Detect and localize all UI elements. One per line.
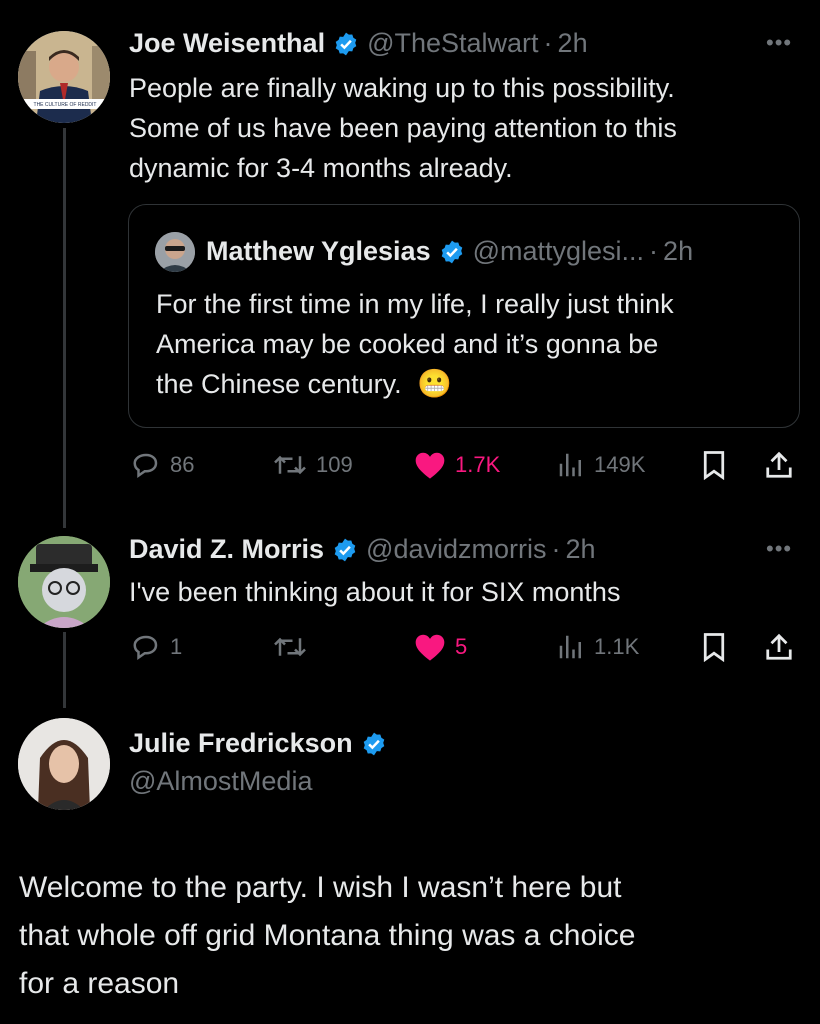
- tweet-time[interactable]: 2h: [566, 534, 596, 565]
- avatar[interactable]: [18, 536, 110, 628]
- tweet-text-line: Some of us have been paying attention to…: [129, 113, 677, 143]
- reply-count: 86: [170, 452, 195, 477]
- thread-line: [63, 632, 66, 708]
- tweet-time[interactable]: 2h: [558, 28, 588, 59]
- bookmark-button[interactable]: [700, 450, 728, 480]
- bookmark-button[interactable]: [700, 632, 728, 662]
- share-button[interactable]: [764, 450, 794, 480]
- repost-count: 109: [316, 452, 353, 477]
- tweet-text-line: People are finally waking up to this pos…: [129, 73, 675, 103]
- avatar-image: [18, 718, 110, 810]
- verified-badge-icon: [363, 732, 384, 755]
- avatar[interactable]: THE CULTURE OF REDDIT: [18, 31, 110, 123]
- author-handle[interactable]: @AlmostMedia: [129, 766, 312, 797]
- thread-line: [63, 128, 66, 528]
- separator-dot: ·: [649, 236, 659, 266]
- avatar-image: [18, 31, 110, 123]
- tweet-text-line: dynamic for 3-4 months already.: [129, 153, 513, 183]
- views-icon: [559, 635, 581, 659]
- quote-text-line: the Chinese century. 😬: [156, 364, 674, 404]
- share-icon: [766, 633, 792, 660]
- like-button[interactable]: 5: [413, 632, 467, 662]
- share-icon: [766, 451, 792, 478]
- verified-badge-icon: [334, 538, 356, 561]
- tweet-text: People are finally waking up to this pos…: [129, 68, 677, 188]
- quote-text: For the first time in my life, I really …: [156, 284, 674, 404]
- heart-icon: [415, 634, 445, 661]
- author-name[interactable]: Joe Weisenthal: [129, 28, 325, 59]
- reply-icon: [133, 453, 158, 479]
- quote-header: Matthew Yglesias @mattyglesi... · 2h: [206, 236, 693, 267]
- avatar-caption: THE CULTURE OF REDDIT: [33, 102, 97, 108]
- tweet-text-line: for a reason: [19, 967, 180, 1000]
- quote-text-line-content: the Chinese century.: [156, 369, 402, 399]
- like-count: 1.7K: [455, 452, 501, 477]
- views-count: 1.1K: [594, 634, 640, 659]
- reply-icon: [133, 635, 158, 661]
- author-name[interactable]: David Z. Morris: [129, 534, 324, 565]
- tweet-text-line: I've been thinking about it for SIX mont…: [129, 577, 621, 607]
- like-count: 5: [455, 634, 468, 659]
- bookmark-icon: [703, 633, 725, 662]
- tweet-header: Julie Fredrickson: [129, 728, 395, 759]
- tweet-header: David Z. Morris @davidzmorris · 2h: [129, 534, 596, 565]
- tweet-text-line: that whole off grid Montana thing was a …: [19, 919, 636, 952]
- separator-dot: ·: [543, 28, 553, 58]
- reply-count: 1: [170, 634, 183, 659]
- tweet-text-line: Welcome to the party. I wish I wasn’t he…: [19, 871, 622, 904]
- quote-text-line: America may be cooked and it’s gonna be: [156, 329, 659, 359]
- tweet-text: I've been thinking about it for SIX mont…: [129, 572, 620, 612]
- author-handle[interactable]: @davidzmorris: [366, 534, 546, 565]
- tweet-text: Welcome to the party. I wish I wasn’t he…: [19, 864, 636, 1008]
- heart-icon: [415, 452, 445, 479]
- quote-avatar-image: [155, 232, 195, 272]
- quote-text-line: For the first time in my life, I really …: [156, 289, 674, 319]
- author-handle[interactable]: @TheStalwart: [367, 28, 538, 59]
- views-icon: [559, 453, 581, 477]
- verified-badge-icon: [441, 240, 462, 263]
- grimacing-emoji-icon: 😬: [417, 368, 453, 399]
- quote-author-handle[interactable]: @mattyglesi...: [473, 236, 644, 267]
- repost-button[interactable]: 109: [272, 450, 353, 480]
- views-button[interactable]: 149K: [556, 450, 645, 480]
- share-button[interactable]: [764, 632, 794, 662]
- repost-button[interactable]: [272, 632, 316, 662]
- avatar-image: [18, 536, 110, 628]
- more-icon[interactable]: •••: [766, 30, 792, 56]
- quote-time[interactable]: 2h: [663, 236, 693, 267]
- views-count: 149K: [594, 452, 646, 477]
- views-button[interactable]: 1.1K: [556, 632, 639, 662]
- repost-icon: [274, 637, 306, 657]
- repost-icon: [274, 455, 306, 475]
- quote-avatar[interactable]: [155, 232, 195, 272]
- verified-badge-icon: [335, 32, 357, 55]
- avatar[interactable]: [18, 718, 110, 810]
- reply-button[interactable]: 86: [130, 450, 194, 480]
- tweet-header: Joe Weisenthal @TheStalwart · 2h: [129, 28, 588, 59]
- bookmark-icon: [703, 451, 725, 480]
- reply-button[interactable]: 1: [130, 632, 182, 662]
- quote-author-name[interactable]: Matthew Yglesias: [206, 236, 431, 267]
- separator-dot: ·: [551, 534, 561, 564]
- author-name[interactable]: Julie Fredrickson: [129, 728, 353, 759]
- like-button[interactable]: 1.7K: [413, 450, 500, 480]
- more-icon[interactable]: •••: [766, 536, 792, 562]
